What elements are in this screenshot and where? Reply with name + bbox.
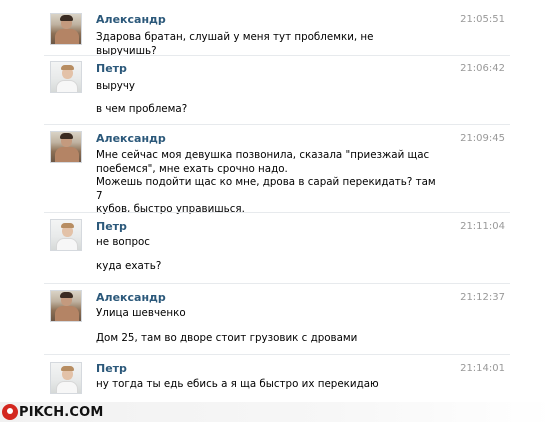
message-time: 21:14:01 bbox=[460, 363, 505, 374]
chat-history: Александр 21:05:51 Здарова братан, слуша… bbox=[0, 0, 554, 402]
message-author[interactable]: Петр bbox=[96, 62, 127, 75]
message-author[interactable]: Александр bbox=[96, 132, 166, 145]
message-author[interactable]: Александр bbox=[96, 291, 166, 304]
avatar-petr[interactable] bbox=[50, 362, 82, 394]
message-time: 21:05:51 bbox=[460, 14, 505, 25]
message-text: ну тогда ты едь ебись а я ща быстро их п… bbox=[96, 378, 379, 390]
message-divider bbox=[44, 55, 510, 56]
message-divider bbox=[44, 124, 510, 125]
message-time: 21:09:45 bbox=[460, 133, 505, 144]
message-text: Мне сейчас моя девушка позвонила, сказал… bbox=[96, 149, 436, 216]
message-item: Петр 21:06:42 выручу в чем проблема? bbox=[0, 55, 554, 125]
message-item: Петр 21:11:04 не вопрос куда ехать? bbox=[0, 212, 554, 284]
watermark-text: PIKCH.COM bbox=[19, 405, 104, 420]
message-author[interactable]: Александр bbox=[96, 13, 166, 26]
message-text: куда ехать? bbox=[96, 260, 162, 272]
avatar-petr[interactable] bbox=[50, 219, 82, 251]
message-item: Петр 21:14:01 ну тогда ты едь ебись а я … bbox=[0, 354, 554, 402]
avatar-aleksandr[interactable] bbox=[50, 13, 82, 45]
message-time: 21:06:42 bbox=[460, 63, 505, 74]
message-item: Александр 21:12:37 Улица шевченко Дом 25… bbox=[0, 283, 554, 355]
message-divider bbox=[44, 283, 510, 284]
message-item: Александр 21:05:51 Здарова братан, слуша… bbox=[0, 0, 554, 60]
avatar-petr[interactable] bbox=[50, 61, 82, 93]
message-author[interactable]: Петр bbox=[96, 220, 127, 233]
avatar-aleksandr[interactable] bbox=[50, 131, 82, 163]
message-item: Александр 21:09:45 Мне сейчас моя девушк… bbox=[0, 124, 554, 216]
watermark-bar: PIKCH.COM bbox=[0, 402, 554, 422]
message-text: выручу bbox=[96, 80, 136, 92]
message-text: Улица шевченко bbox=[96, 307, 186, 319]
pikch-logo-icon bbox=[2, 404, 18, 420]
message-divider bbox=[44, 212, 510, 213]
message-time: 21:11:04 bbox=[460, 221, 505, 232]
message-divider bbox=[44, 354, 510, 355]
message-author[interactable]: Петр bbox=[96, 362, 127, 375]
message-text: не вопрос bbox=[96, 236, 150, 248]
message-time: 21:12:37 bbox=[460, 292, 505, 303]
avatar-aleksandr[interactable] bbox=[50, 290, 82, 322]
message-text: Дом 25, там во дворе стоит грузовик с др… bbox=[96, 332, 358, 344]
message-text: в чем проблема? bbox=[96, 103, 188, 115]
